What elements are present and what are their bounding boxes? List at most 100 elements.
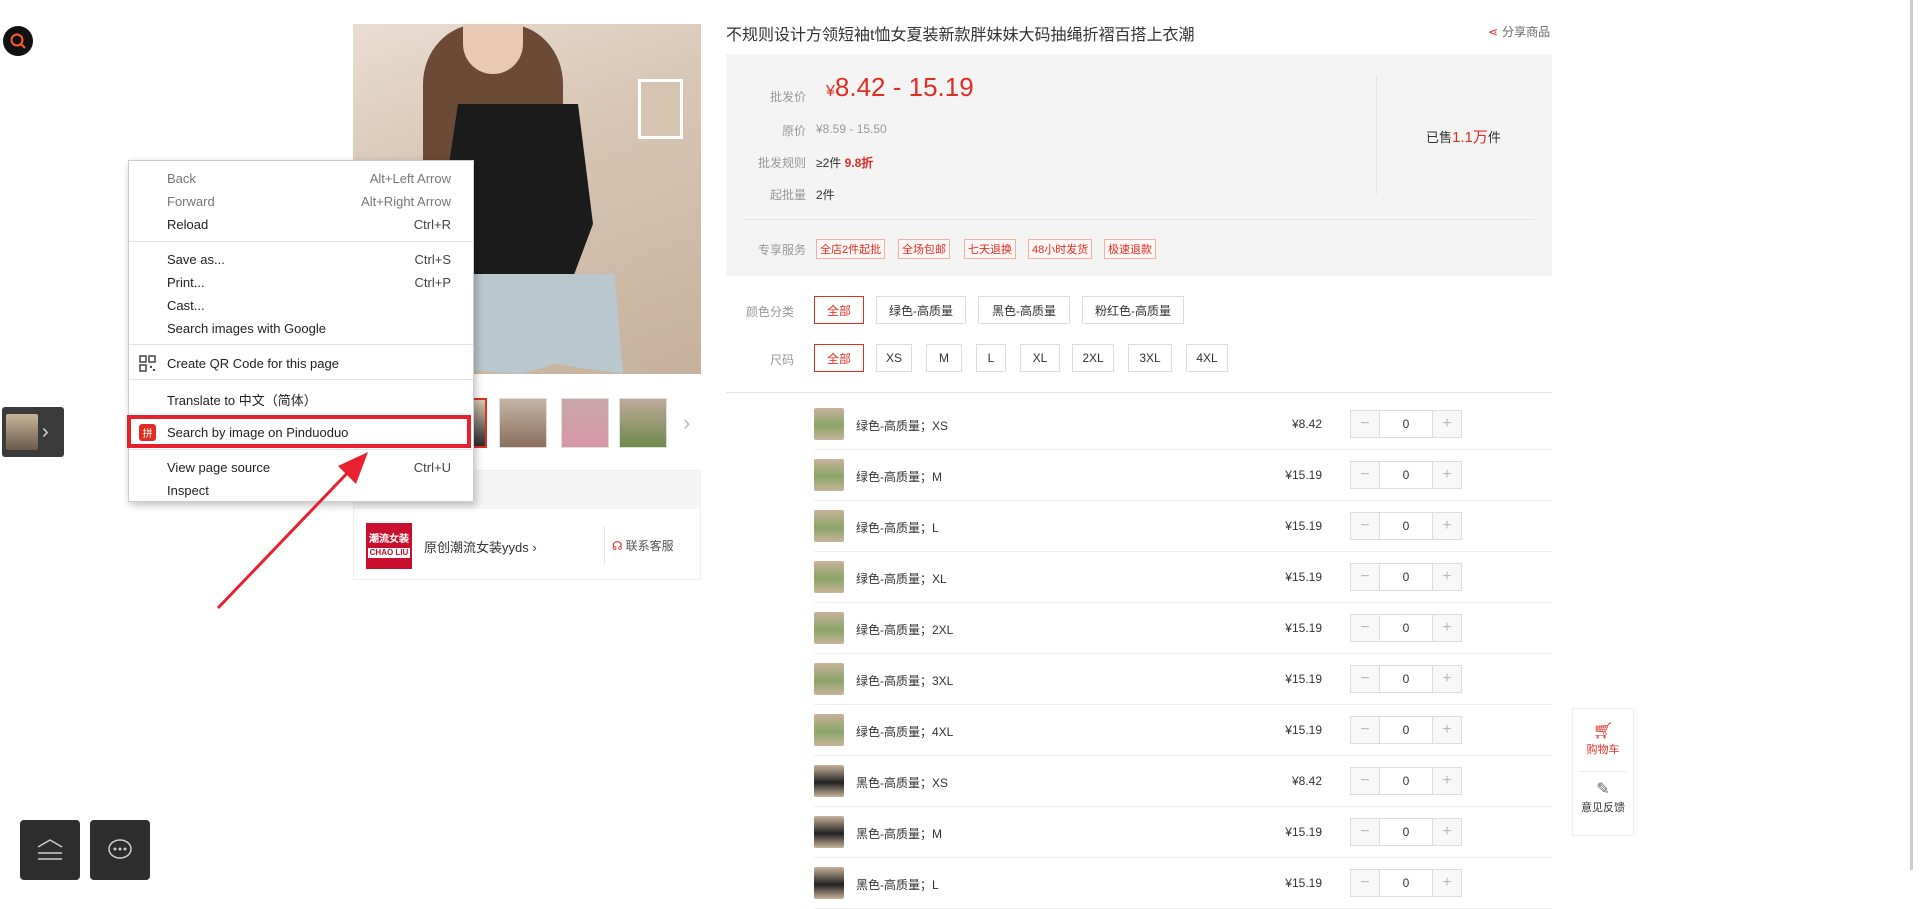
menu-item-qr-code[interactable]: Create QR Code for this page (129, 353, 473, 375)
sku-row: 黑色-高质量；M ¥15.19 −0 + (814, 807, 1552, 858)
minus-icon[interactable]: − (1351, 717, 1379, 743)
size-option[interactable]: 4XL (1186, 344, 1228, 372)
service-tag: 全场包邮 (898, 239, 950, 259)
sku-price: ¥15.19 (1285, 723, 1322, 737)
chevron-right-icon: › (42, 420, 49, 443)
image-search-widget[interactable]: › (2, 407, 64, 457)
quantity-stepper[interactable]: −0 + (1350, 410, 1462, 438)
thumbnail[interactable] (619, 398, 667, 448)
menu-item-cast[interactable]: Cast... (129, 295, 473, 317)
service-tag: 七天退换 (964, 239, 1016, 259)
contact-service-button[interactable]: ☊ 联系客服 (612, 537, 674, 554)
size-option[interactable]: L (976, 344, 1006, 372)
minus-icon[interactable]: − (1351, 666, 1379, 692)
minus-icon[interactable]: − (1351, 564, 1379, 590)
size-option[interactable]: M (926, 344, 962, 372)
minus-icon[interactable]: − (1351, 870, 1379, 896)
min-qty-label: 起批量 (769, 188, 806, 202)
chat-button[interactable] (90, 820, 150, 880)
quantity-stepper[interactable]: −0 + (1350, 563, 1462, 591)
menu-item-forward[interactable]: Forward Alt+Right Arrow (129, 191, 473, 213)
wholesale-price: ¥8.42 - 15.19 (826, 72, 974, 102)
menu-item-translate[interactable]: Translate to 中文（简体） (129, 387, 473, 409)
minus-icon[interactable]: − (1351, 462, 1379, 488)
floating-toolbar: 🛒︎ 购物车 ✎ 意见反馈 (1572, 708, 1634, 836)
color-option[interactable]: 粉红色-高质量 (1082, 296, 1184, 324)
chevron-right-icon[interactable]: › (683, 410, 690, 436)
quantity-input[interactable]: 0 (1379, 564, 1433, 590)
color-option[interactable]: 绿色-高质量 (876, 296, 966, 324)
plus-icon[interactable]: + (1433, 870, 1461, 896)
quantity-input[interactable]: 0 (1379, 870, 1433, 896)
sku-name: 绿色-高质量；3XL (856, 674, 954, 688)
sku-row: 绿色-高质量；XS ¥8.42 −0 + (814, 399, 1552, 450)
plus-icon[interactable]: + (1433, 564, 1461, 590)
quantity-stepper[interactable]: −0 + (1350, 665, 1462, 693)
quantity-input[interactable]: 0 (1379, 717, 1433, 743)
minus-icon[interactable]: − (1351, 768, 1379, 794)
share-button[interactable]: ⋖ 分享商品 (1488, 23, 1550, 40)
size-option[interactable]: XS (876, 344, 912, 372)
plus-icon[interactable]: + (1433, 819, 1461, 845)
quantity-input[interactable]: 0 (1379, 462, 1433, 488)
size-option[interactable]: 全部 (814, 344, 864, 372)
quantity-stepper[interactable]: −0 + (1350, 716, 1462, 744)
quantity-stepper[interactable]: −0 + (1350, 512, 1462, 540)
quantity-input[interactable]: 0 (1379, 666, 1433, 692)
plus-icon[interactable]: + (1433, 615, 1461, 641)
quantity-stepper[interactable]: −0 + (1350, 461, 1462, 489)
rule-label: 批发规则 (757, 156, 806, 170)
plus-icon[interactable]: + (1433, 411, 1461, 437)
menu-button[interactable] (20, 820, 80, 880)
quantity-input[interactable]: 0 (1379, 768, 1433, 794)
service-tag: 48小时发货 (1028, 239, 1093, 259)
menu-item-reload[interactable]: Reload Ctrl+R (129, 214, 473, 236)
menu-item-back[interactable]: Back Alt+Left Arrow (129, 168, 473, 190)
size-label: 尺码 (769, 353, 794, 367)
quantity-stepper[interactable]: −0 + (1350, 869, 1462, 897)
minus-icon[interactable]: − (1351, 513, 1379, 539)
quantity-input[interactable]: 0 (1379, 411, 1433, 437)
color-option[interactable]: 全部 (814, 296, 864, 324)
cart-button[interactable]: 🛒︎ 购物车 (1573, 721, 1633, 757)
menu-item-save-as[interactable]: Save as... Ctrl+S (129, 249, 473, 271)
sku-price: ¥15.19 (1285, 621, 1322, 635)
size-option[interactable]: 3XL (1128, 344, 1172, 372)
size-option[interactable]: 2XL (1072, 344, 1114, 372)
plus-icon[interactable]: + (1433, 462, 1461, 488)
minus-icon[interactable]: − (1351, 411, 1379, 437)
quantity-input[interactable]: 0 (1379, 615, 1433, 641)
sku-thumbnail (814, 561, 844, 593)
quantity-stepper[interactable]: −0 + (1350, 818, 1462, 846)
plus-icon[interactable]: + (1433, 768, 1461, 794)
feedback-button[interactable]: ✎ 意见反馈 (1573, 779, 1633, 815)
quantity-stepper[interactable]: −0 + (1350, 614, 1462, 642)
plus-icon[interactable]: + (1433, 666, 1461, 692)
wholesale-price-label: 批发价 (769, 90, 806, 104)
widget-thumbnail (6, 414, 38, 450)
thumbnail[interactable] (561, 398, 609, 448)
search-icon[interactable] (3, 26, 33, 56)
sku-name: 绿色-高质量；L (856, 521, 939, 535)
plus-icon[interactable]: + (1433, 717, 1461, 743)
color-option[interactable]: 黑色-高质量 (978, 296, 1070, 324)
minus-icon[interactable]: − (1351, 615, 1379, 641)
minus-icon[interactable]: − (1351, 819, 1379, 845)
quantity-stepper[interactable]: −0 + (1350, 767, 1462, 795)
sku-price: ¥8.42 (1291, 774, 1322, 788)
menu-item-print[interactable]: Print... Ctrl+P (129, 272, 473, 294)
quantity-input[interactable]: 0 (1379, 513, 1433, 539)
sku-price: ¥15.19 (1285, 825, 1322, 839)
size-option[interactable]: XL (1020, 344, 1060, 372)
store-name-link[interactable]: 原创潮流女装yyds › (424, 537, 537, 556)
chat-icon (108, 839, 132, 859)
min-qty-value: 2件 (816, 188, 835, 202)
sku-row: 绿色-高质量；3XL ¥15.19 −0 + (814, 654, 1552, 705)
scrollbar[interactable] (1906, 0, 1920, 897)
sku-price: ¥15.19 (1285, 519, 1322, 533)
quantity-input[interactable]: 0 (1379, 819, 1433, 845)
plus-icon[interactable]: + (1433, 513, 1461, 539)
headset-icon: ☊ (612, 538, 623, 553)
menu-item-search-google[interactable]: Search images with Google (129, 318, 473, 340)
thumbnail[interactable] (499, 398, 547, 448)
